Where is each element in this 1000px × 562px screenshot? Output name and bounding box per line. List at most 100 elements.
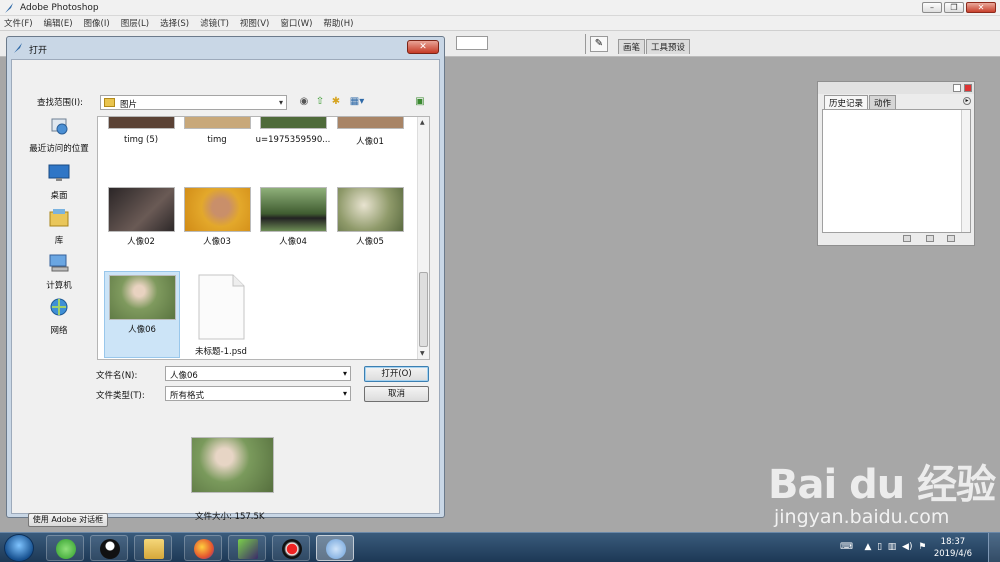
taskbar-app-photoshop[interactable]	[316, 535, 354, 561]
file-list: timg (5) timg u=1975359590... 人像01 人像02 …	[97, 116, 430, 360]
palette-menu-icon[interactable]: ▸	[963, 97, 971, 105]
file-item[interactable]: 人像05	[331, 187, 409, 247]
menu-window[interactable]: 窗口(W)	[280, 17, 312, 29]
use-adobe-dialog-button[interactable]: 使用 Adobe 对话框	[28, 513, 108, 527]
record-icon	[282, 539, 302, 559]
taskbar-app[interactable]	[134, 535, 172, 561]
options-separator	[585, 34, 586, 54]
system-tray: ⌨ ▲ ▯ ▥ ◀) ⚑	[840, 542, 926, 552]
show-desktop-button[interactable]	[988, 533, 1000, 562]
file-item[interactable]: u=1975359590...	[254, 117, 332, 145]
file-list-scrollbar[interactable]: ▲ ▼	[417, 117, 429, 359]
taskbar-app[interactable]	[90, 535, 128, 561]
chevron-down-icon: ▾	[342, 389, 347, 398]
file-thumbnail	[259, 117, 327, 129]
menu-edit[interactable]: 编辑(E)	[44, 17, 73, 29]
file-item[interactable]: 人像03	[178, 187, 256, 247]
new-snapshot-icon[interactable]	[903, 235, 911, 242]
file-thumbnail	[183, 187, 251, 232]
clock-date: 2019/4/6	[933, 549, 972, 559]
trash-icon[interactable]	[947, 235, 955, 242]
scroll-up-icon[interactable]: ▲	[420, 119, 425, 126]
computer-icon	[49, 254, 69, 272]
menu-view[interactable]: 视图(V)	[240, 17, 269, 29]
tab-history[interactable]: 历史记录	[824, 95, 869, 110]
photoshop-feather-icon	[14, 43, 22, 53]
new-folder-icon[interactable]: ✱	[330, 96, 342, 108]
tab-tool-presets[interactable]: 工具预设	[646, 39, 691, 54]
desktop-icon	[48, 164, 70, 181]
scrollbar-thumb[interactable]	[419, 272, 428, 347]
place-library[interactable]: 库	[24, 208, 94, 246]
open-button[interactable]: 打开(O)	[364, 366, 429, 382]
chevron-down-icon: ▾	[278, 98, 283, 107]
file-thumbnail	[336, 117, 404, 129]
new-document-icon[interactable]	[926, 235, 934, 242]
look-in-label: 查找范围(I):	[37, 98, 84, 108]
options-field[interactable]	[456, 36, 488, 50]
filename-value: 人像06	[170, 371, 198, 381]
dialog-title: 打开	[29, 46, 48, 56]
bridge-icon[interactable]: ▣	[414, 96, 426, 108]
keyboard-icon[interactable]: ⌨	[840, 542, 853, 552]
menu-layer[interactable]: 图层(L)	[121, 17, 149, 29]
file-item[interactable]: timg (5)	[102, 117, 180, 145]
menu-image[interactable]: 图像(I)	[84, 17, 110, 29]
menu-select[interactable]: 选择(S)	[160, 17, 189, 29]
place-desktop[interactable]: 桌面	[24, 163, 94, 201]
taskbar-app[interactable]	[228, 535, 266, 561]
file-item-selected[interactable]: 人像06	[104, 271, 180, 358]
tab-actions[interactable]: 动作	[869, 95, 897, 110]
menu-help[interactable]: 帮助(H)	[323, 17, 353, 29]
history-palette: 历史记录 动作 ▸	[817, 81, 975, 246]
close-button[interactable]: ✕	[966, 2, 996, 13]
palette-close-button[interactable]	[964, 84, 972, 92]
clock[interactable]: 18:37 2019/4/6	[934, 536, 972, 560]
tab-brush[interactable]: 画笔	[618, 39, 646, 54]
file-size-text: 文件大小: 157.5K	[195, 512, 265, 522]
file-item[interactable]: 人像04	[254, 187, 332, 247]
history-list	[822, 109, 971, 233]
network-tray-icon[interactable]: ▥	[888, 542, 897, 552]
filetype-label: 文件类型(T):	[96, 391, 145, 401]
file-item[interactable]: 人像02	[102, 187, 180, 247]
filename-input[interactable]: 人像06 ▾	[165, 366, 351, 381]
place-computer[interactable]: 计算机	[24, 253, 94, 291]
watermark-logo: Bai du 经验	[768, 462, 996, 508]
place-recent[interactable]: 最近访问的位置	[24, 116, 94, 154]
dialog-close-button[interactable]: ✕	[407, 40, 439, 54]
start-button[interactable]	[4, 534, 34, 562]
taskbar-app[interactable]	[272, 535, 310, 561]
file-thumbnail	[259, 187, 327, 232]
back-icon[interactable]: ◉	[298, 96, 310, 108]
volume-icon[interactable]: ◀)	[902, 542, 912, 552]
explorer-folder-icon	[144, 539, 164, 559]
file-item[interactable]: timg	[178, 117, 256, 145]
filetype-select[interactable]: 所有格式 ▾	[165, 386, 351, 401]
history-scrollbar[interactable]	[961, 110, 970, 232]
up-folder-icon[interactable]: ⇧	[314, 96, 326, 108]
look-in-combo[interactable]: 图片 ▾	[100, 95, 287, 110]
file-thumbnail	[107, 187, 175, 232]
menu-filter[interactable]: 滤镜(T)	[200, 17, 229, 29]
view-menu-icon[interactable]: ▦▾	[348, 96, 366, 108]
restore-button[interactable]: ❐	[944, 2, 964, 13]
firefox-icon	[194, 539, 214, 559]
cancel-button[interactable]: 取消	[364, 386, 429, 402]
place-network[interactable]: 网络	[24, 298, 94, 336]
palette-well-icon[interactable]: ✎	[590, 36, 608, 52]
taskbar-app[interactable]	[46, 535, 84, 561]
device-icon[interactable]: ▯	[877, 542, 882, 552]
look-in-value: 图片	[120, 100, 138, 110]
file-item[interactable]: 未标题-1.psd	[182, 274, 260, 357]
menu-file[interactable]: 文件(F)	[4, 17, 33, 29]
tray-arrow-icon[interactable]: ▲	[864, 542, 871, 552]
scroll-down-icon[interactable]: ▼	[420, 350, 425, 357]
baidu-jingyan-watermark: Bai du 经验 jingyan.baidu.com	[768, 452, 996, 528]
app-title-bar: Adobe Photoshop – ❐ ✕	[0, 0, 1000, 16]
flag-icon[interactable]: ⚑	[918, 542, 926, 552]
taskbar-app[interactable]	[184, 535, 222, 561]
minimize-button[interactable]: –	[922, 2, 942, 13]
file-item[interactable]: 人像01	[331, 117, 409, 147]
palette-minimize-button[interactable]	[953, 84, 961, 92]
